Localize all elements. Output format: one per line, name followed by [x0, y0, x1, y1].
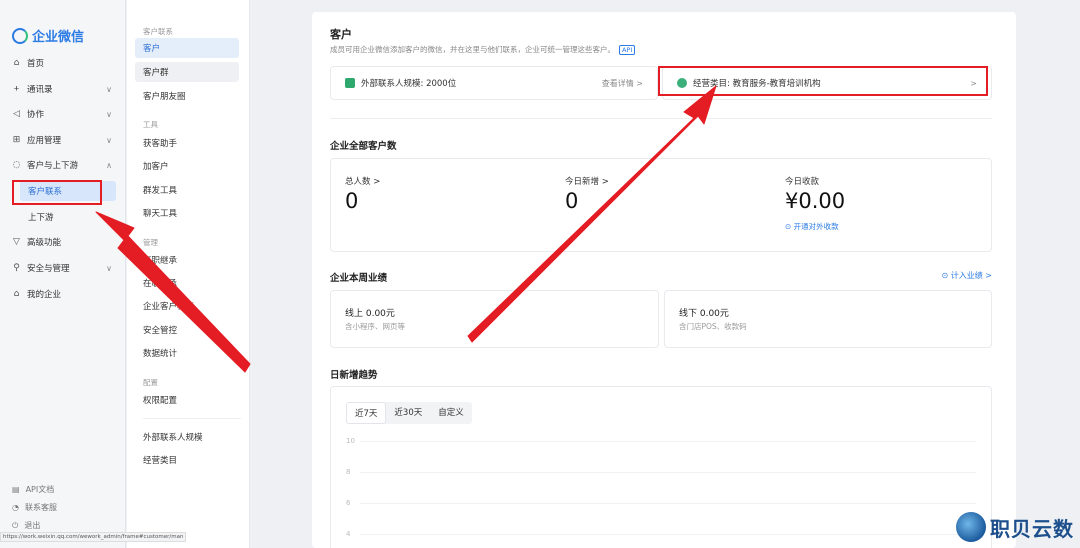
weekly-performance-title: 企业本周业绩 [330, 273, 388, 284]
chevron-down-icon: ∨ [106, 84, 112, 94]
security-icon: ⚲ [13, 263, 20, 273]
brand-watermark: 职贝云数 [956, 512, 1074, 542]
today-payment-label: 今日收款 [785, 177, 820, 187]
nav-item-home[interactable]: ⌂ 首页 [12, 52, 120, 74]
tab-7-days[interactable]: 近7天 [346, 402, 387, 424]
highlight-box-customer-contact [12, 180, 102, 205]
offline-note: 含门店POS、收款码 [679, 322, 747, 331]
nav-item-company[interactable]: ⌂ 我的企业 [12, 283, 120, 305]
nav-footer-support[interactable]: ◔ 联系客服 [12, 502, 57, 513]
sub-item-add-customer[interactable]: 加客户 [135, 156, 239, 176]
service-icon: ◔ [12, 503, 19, 512]
chevron-down-icon: ∨ [106, 109, 112, 119]
sub-section-tools: 工具 [143, 120, 158, 129]
online-amount: 线上 0.00元 [345, 309, 395, 319]
divider [330, 118, 992, 119]
brand-text: 职贝云数 [990, 516, 1074, 541]
sub-item-resign-transfer[interactable]: 离职继承 [135, 250, 239, 270]
daily-trend-title: 日新增趋势 [330, 370, 378, 381]
nav-item-contacts[interactable]: ᚐ 通讯录 ∨ [12, 78, 120, 100]
sub-item-stats[interactable]: 数据统计 [135, 343, 239, 363]
logout-icon: ⏻ [12, 520, 19, 530]
contact-scale-label: 外部联系人规模: 2000位 [361, 79, 457, 89]
collab-icon: ◁ [13, 109, 20, 119]
logo-text: 企业微信 [32, 30, 85, 45]
sub-item-onjob-transfer[interactable]: 在职继承 [135, 273, 239, 293]
contact-scale-box: 外部联系人规模: 2000位 查看详情 > [330, 66, 658, 100]
divider [143, 418, 241, 419]
sub-item-chat-tools[interactable]: 聊天工具 [135, 203, 239, 223]
grid-line [360, 503, 976, 504]
open-payment-link[interactable]: ⊙ 开通对外收款 [785, 221, 839, 232]
total-count-link[interactable]: 总人数 > [345, 175, 380, 187]
sub-item-contact-scale[interactable]: 外部联系人规模 [135, 427, 239, 447]
advanced-icon: ▽ [13, 237, 20, 247]
sub-item-tags[interactable]: 企业客户标签 [135, 296, 239, 316]
sub-item-business-category[interactable]: 经营类目 [135, 450, 239, 470]
page-description: 成员可用企业微信添加客户的微信，并在这里与他们联系，企业可统一管理这些客户。 A… [330, 44, 636, 55]
grid-line [360, 534, 976, 535]
nav-item-security[interactable]: ⚲ 安全与管理 ∨ [12, 257, 120, 279]
page-title: 客户 [330, 28, 352, 41]
nav-item-apps[interactable]: ⊞ 应用管理 ∨ [12, 129, 120, 151]
sub-section-manage: 管理 [143, 238, 158, 247]
online-note: 含小程序、网页等 [345, 322, 405, 331]
apps-icon: ⊞ [12, 135, 21, 145]
sub-item-permissions[interactable]: 权限配置 [135, 390, 239, 410]
today-new-value: 0 [565, 189, 579, 213]
wecom-logo-icon [12, 27, 28, 44]
left-nav: 企业微信 ⌂ 首页 ᚐ 通讯录 ∨ ◁ 协作 ∨ ⊞ 应用管理 ∨ ◌ 客户与上… [0, 0, 126, 548]
nav-item-customers[interactable]: ◌ 客户与上下游 ∧ [12, 154, 120, 176]
api-tag[interactable]: API [619, 44, 636, 55]
online-performance-card: 线上 0.00元 含小程序、网页等 [330, 290, 659, 348]
nav-item-collab[interactable]: ◁ 协作 ∨ [12, 103, 120, 125]
offline-amount: 线下 0.00元 [679, 309, 729, 319]
doc-icon: ▤ [12, 485, 20, 494]
nav-item-advanced[interactable]: ▽ 高级功能 [12, 231, 120, 253]
chevron-up-icon: ∧ [106, 160, 112, 170]
y-tick: 10 [346, 437, 355, 445]
sub-item-customers[interactable]: 客户 [135, 38, 239, 58]
today-payment-value: ¥0.00 [785, 189, 846, 213]
contacts-scale-icon [345, 78, 355, 88]
highlight-box-business-category [658, 66, 988, 96]
stats-card: 总人数 > 0 今日新增 > 0 今日收款 ¥0.00 ⊙ 开通对外收款 [330, 158, 992, 252]
sub-item-groups[interactable]: 客户群 [135, 62, 239, 82]
sub-section-config: 配置 [143, 378, 158, 387]
chat-icon: ◌ [12, 160, 21, 170]
count-performance-link[interactable]: ⊙ 计入业绩 > [942, 270, 993, 281]
nav-sub-upstream[interactable]: 上下游 [20, 207, 116, 227]
sub-item-acquire[interactable]: 获客助手 [135, 133, 239, 153]
chevron-down-icon: ∨ [106, 135, 112, 145]
chevron-down-icon: ∨ [106, 263, 112, 273]
sub-item-moments[interactable]: 客户朋友圈 [135, 86, 239, 106]
total-customers-title: 企业全部客户数 [330, 141, 397, 152]
company-icon: ⌂ [13, 289, 20, 299]
view-details-link[interactable]: 查看详情 > [602, 78, 643, 89]
sub-nav: 客户联系 客户 客户群 客户朋友圈 工具 获客助手 加客户 群发工具 聊天工具 … [127, 0, 250, 548]
tab-custom[interactable]: 自定义 [430, 402, 472, 424]
today-new-link[interactable]: 今日新增 > [565, 175, 609, 187]
grid-line [360, 441, 976, 442]
grid-line [360, 472, 976, 473]
sub-item-broadcast[interactable]: 群发工具 [135, 180, 239, 200]
y-tick: 8 [346, 468, 351, 476]
tab-30-days[interactable]: 近30天 [386, 402, 430, 424]
sub-item-security[interactable]: 安全管控 [135, 320, 239, 340]
y-tick: 4 [346, 530, 351, 538]
nav-footer-api-doc[interactable]: ▤ API文档 [12, 484, 54, 495]
sub-section-contact: 客户联系 [143, 27, 173, 36]
app-logo[interactable]: 企业微信 [12, 26, 84, 45]
total-count-value: 0 [345, 189, 359, 213]
status-url: https://work.weixin.qq.com/wework_admin/… [0, 532, 187, 542]
org-icon: ᚐ [14, 84, 19, 94]
nav-footer-logout[interactable]: ⏻ 退出 [12, 520, 40, 531]
offline-performance-card: 线下 0.00元 含门店POS、收款码 [664, 290, 992, 348]
y-tick: 6 [346, 499, 351, 507]
trend-range-tabs: 近7天 近30天 自定义 [346, 402, 472, 424]
home-icon: ⌂ [13, 58, 20, 68]
globe-icon [956, 512, 986, 542]
